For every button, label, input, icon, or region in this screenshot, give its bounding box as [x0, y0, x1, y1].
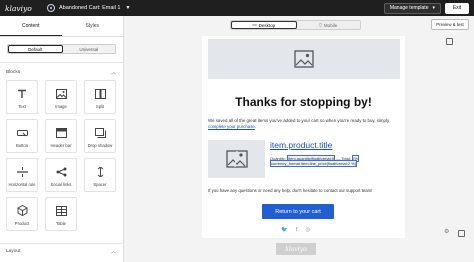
block-label: Horizontal rule [8, 182, 36, 187]
block-image[interactable]: Image [45, 80, 77, 114]
table-icon [55, 205, 67, 216]
right-toolbar-bottom: ⚙ [444, 228, 449, 235]
left-panel: Content Styles Default Universal Blocks … [0, 16, 124, 262]
return-to-cart-button[interactable]: Return to your cart [262, 204, 334, 219]
mobile-icon: ▯ [319, 22, 322, 27]
right-toolbar-bottom-2 [458, 230, 465, 237]
viewport-toggle: ▭ Desktop ▯ Mobile [230, 20, 361, 30]
flow-status-icon [47, 4, 55, 12]
image-icon [55, 88, 67, 99]
block-header-bar[interactable]: Header bar [45, 119, 77, 153]
intro-text: We saved all of the great items you've a… [208, 118, 390, 123]
mobile-label: Mobile [323, 22, 338, 28]
divider [0, 62, 124, 63]
support-text[interactable]: If you have any questions or need any he… [208, 188, 402, 193]
manage-template-button[interactable]: Manage template ▾ [383, 2, 441, 14]
block-spacer[interactable]: Spacer [84, 158, 116, 192]
spacer-icon [95, 166, 106, 177]
tab-content[interactable]: Content [0, 16, 62, 36]
desktop-label: Desktop [258, 22, 276, 28]
block-label: Button [15, 143, 29, 148]
mobile-view-button[interactable]: ▯ Mobile [297, 21, 361, 29]
tab-styles[interactable]: Styles [62, 16, 124, 36]
block-label: Split [95, 104, 105, 109]
product-image-placeholder[interactable] [208, 140, 265, 178]
blocks-header: Blocks [6, 70, 21, 75]
block-label: Table [55, 221, 66, 226]
block-product[interactable]: Product [6, 197, 38, 231]
fullscreen-icon[interactable] [458, 230, 465, 237]
email-body: Thanks for stopping by! We saved all of … [202, 36, 405, 238]
complete-purchase-link[interactable]: complete your purchase [208, 124, 255, 129]
layout-header: Layout [6, 249, 21, 254]
block-label: Image [55, 104, 67, 109]
manage-template-label: Manage template [389, 5, 429, 11]
image-icon [294, 50, 314, 68]
klaviyo-footer-logo: klaviyo [276, 243, 316, 255]
divider [0, 243, 124, 244]
expand-icon[interactable] [446, 38, 453, 45]
chevron-up-icon[interactable]: ︿ [111, 248, 116, 255]
email-canvas: Thanks for stopping by! We saved all of … [126, 33, 474, 262]
email-intro-text[interactable]: We saved all of the great items you've a… [208, 118, 398, 129]
horizontal-rule-icon [16, 166, 28, 177]
twitter-icon: 🐦 [281, 227, 288, 233]
drop-shadow-icon [94, 127, 106, 138]
button-icon [16, 127, 28, 138]
block-label: Product [14, 221, 30, 226]
block-button[interactable]: Button [6, 119, 38, 153]
block-horizontal-rule[interactable]: Horizontal rule [6, 158, 38, 192]
segment-universal[interactable]: Universal [62, 45, 115, 53]
desktop-view-button[interactable]: ▭ Desktop [231, 21, 297, 29]
chevron-down-icon: ▾ [432, 5, 435, 11]
social-links-icon [56, 166, 67, 177]
block-set-toggle: Default Universal [7, 44, 116, 54]
block-social-links[interactable]: Social links [45, 158, 77, 192]
template-title[interactable]: Abandoned Cart: Email 1 [59, 5, 120, 11]
preview-test-button[interactable]: Preview & test [431, 19, 469, 30]
chevron-up-icon[interactable]: ︿ [111, 69, 116, 76]
chevron-down-icon[interactable]: ▼ [125, 5, 130, 11]
top-bar: klaviyo Abandoned Cart: Email 1 ▼ Manage… [0, 0, 474, 16]
text-t-icon [17, 88, 28, 99]
broken-image-icon [225, 150, 248, 168]
settings-icon[interactable]: ⚙ [444, 228, 449, 235]
block-label: Header bar [50, 143, 72, 148]
block-label: Spacer [93, 182, 107, 187]
hero-image-placeholder[interactable] [208, 39, 400, 79]
email-headline[interactable]: Thanks for stopping by! [202, 95, 405, 109]
currency-format-variable: currency_format item.line_price|floatfor… [270, 160, 358, 168]
product-cube-icon [17, 205, 28, 216]
klaviyo-logo[interactable]: klaviyo [5, 4, 43, 13]
product-meta[interactable]: Quantity: item.quantity|floatformat:0 — … [270, 155, 394, 168]
right-toolbar-top [446, 38, 453, 45]
segment-default[interactable]: Default [8, 45, 63, 53]
facebook-icon: f [295, 227, 298, 233]
intro-period: . [254, 123, 257, 129]
block-split[interactable]: Split [84, 80, 116, 114]
exit-button[interactable]: Exit [445, 2, 469, 14]
block-text[interactable]: Text [6, 80, 38, 114]
split-icon [94, 88, 106, 99]
block-label: Social links [50, 182, 72, 187]
header-bar-icon [55, 127, 67, 138]
block-label: Drop shadow [87, 143, 113, 148]
block-label: Text [18, 104, 26, 109]
social-icons[interactable]: 🐦 f ◎ [281, 227, 310, 233]
desktop-icon: ▭ [252, 22, 257, 27]
panel-tabs: Content Styles [0, 16, 123, 37]
block-table[interactable]: Table [45, 197, 77, 231]
product-title[interactable]: item.product.title [270, 140, 332, 150]
block-drop-shadow[interactable]: Drop shadow [84, 119, 116, 153]
instagram-icon: ◎ [305, 227, 311, 233]
